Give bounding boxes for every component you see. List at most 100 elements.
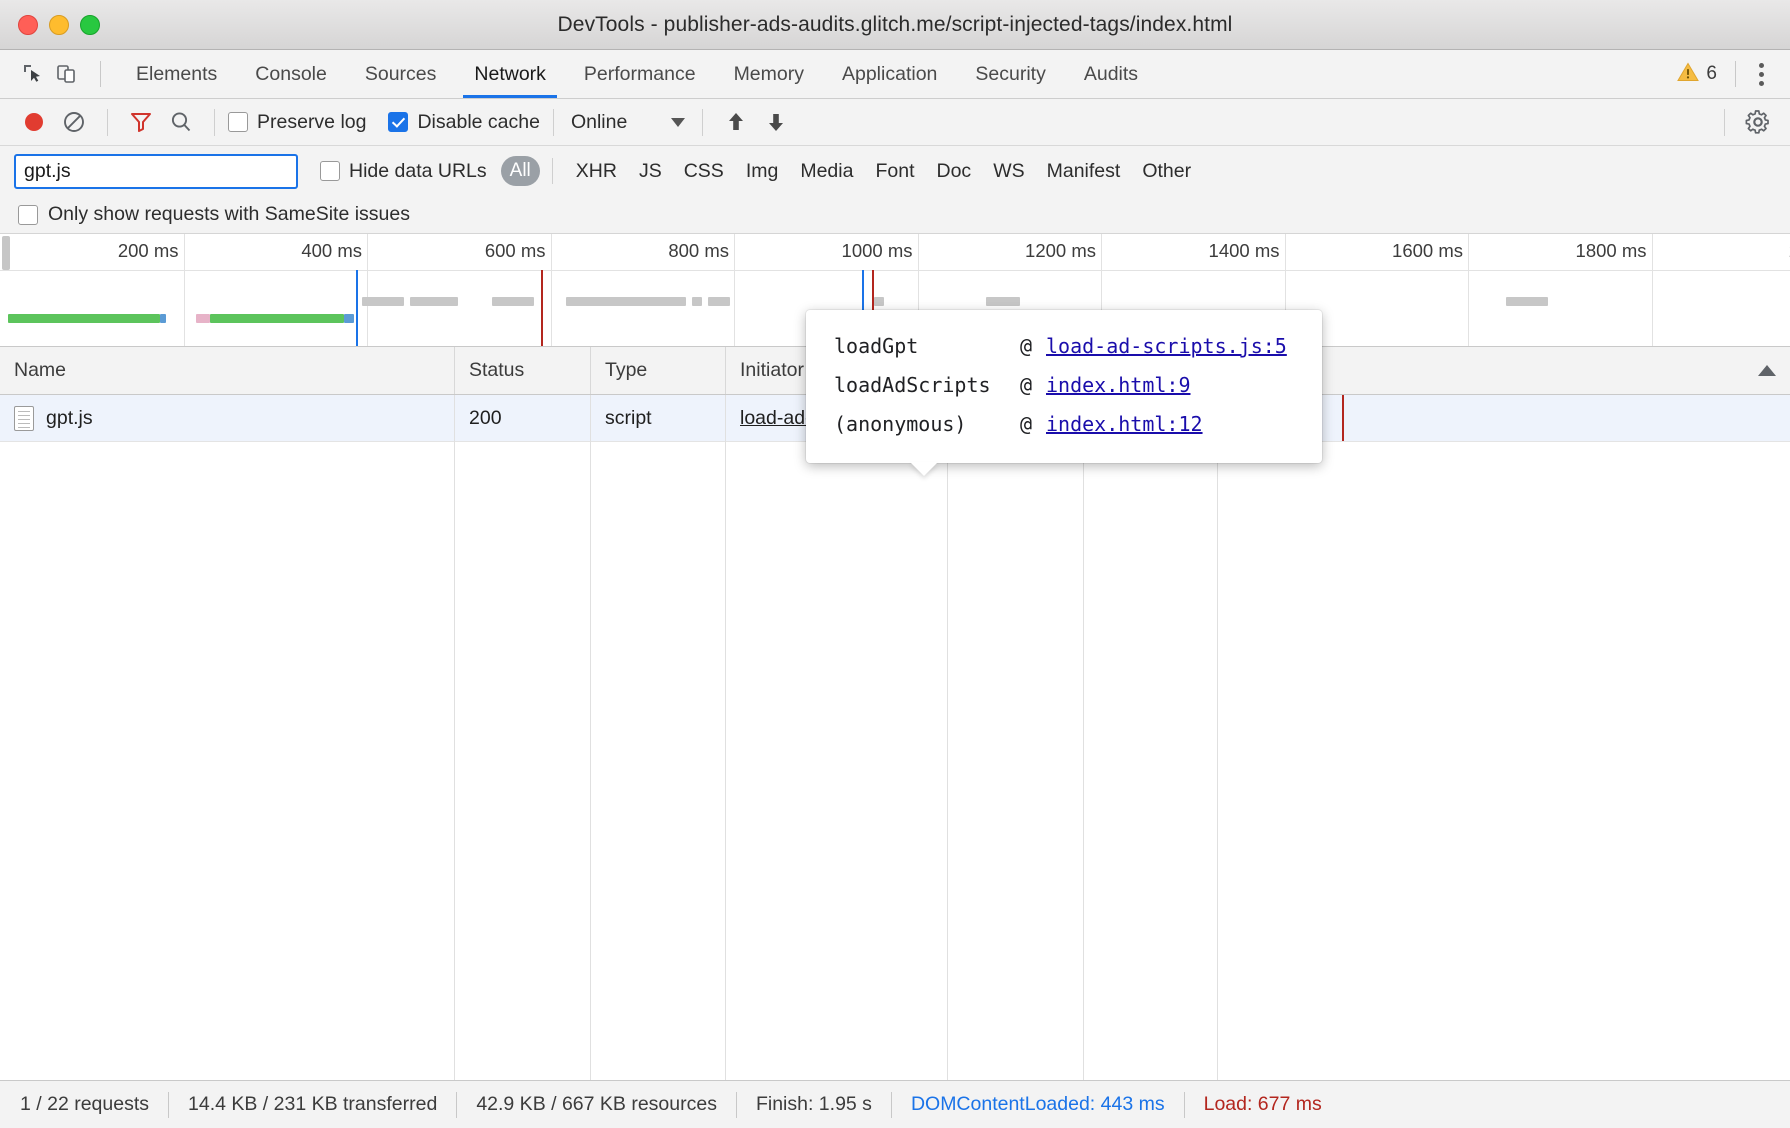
disable-cache-checkbox[interactable]: Disable cache [388, 111, 539, 134]
export-har-arrow-down-icon[interactable] [756, 102, 796, 142]
more-vertical-icon[interactable] [1746, 59, 1776, 90]
traffic-lights [0, 15, 100, 35]
overview-tick-label: 1000 ms [842, 240, 913, 262]
devtools-tabbar: Elements Console Sources Network Perform… [0, 50, 1790, 99]
script-document-icon [14, 406, 34, 431]
popover-source-link[interactable]: load-ad-scripts.js:5 [1046, 327, 1287, 366]
status-finish: Finish: 1.95 s [756, 1093, 872, 1116]
tab-security[interactable]: Security [956, 50, 1064, 98]
filter-type-manifest[interactable]: Manifest [1036, 160, 1132, 183]
search-magnifier-icon[interactable] [161, 102, 201, 142]
window-title: DevTools - publisher-ads-audits.glitch.m… [0, 13, 1790, 37]
toolbar-divider-2 [214, 109, 215, 136]
overview-request-bar [196, 314, 210, 323]
overview-tick-label: 1400 ms [1209, 240, 1280, 262]
tab-console[interactable]: Console [236, 50, 346, 98]
filter-type-xhr[interactable]: XHR [565, 160, 628, 183]
network-toolbar: Preserve log Disable cache Online [0, 99, 1790, 146]
panel-tabs: Elements Console Sources Network Perform… [117, 50, 1157, 98]
waterfall-load-line [1342, 395, 1344, 441]
filter-type-ws[interactable]: WS [982, 160, 1035, 183]
window-titlebar: DevTools - publisher-ads-audits.glitch.m… [0, 0, 1790, 50]
preserve-log-box[interactable] [228, 112, 248, 132]
overview-event-line [356, 270, 358, 346]
popover-at-symbol: @ [1020, 366, 1046, 405]
overview-request-bar [566, 297, 686, 306]
column-header-name[interactable]: Name [0, 347, 455, 394]
tab-application[interactable]: Application [823, 50, 956, 98]
tab-label: Performance [584, 63, 696, 86]
tab-sources[interactable]: Sources [346, 50, 456, 98]
filter-type-css[interactable]: CSS [673, 160, 735, 183]
warning-indicator[interactable]: 6 [1669, 62, 1725, 87]
filter-type-font[interactable]: Font [864, 160, 925, 183]
cell-name[interactable]: gpt.js [0, 395, 455, 441]
popover-source-link[interactable]: index.html:12 [1046, 405, 1203, 444]
preserve-log-label: Preserve log [257, 111, 366, 134]
tab-label: Sources [365, 63, 437, 86]
hide-data-urls-checkbox[interactable]: Hide data URLs [320, 160, 487, 183]
overview-request-bar [160, 314, 166, 323]
filter-type-doc[interactable]: Doc [926, 160, 983, 183]
filter-type-all[interactable]: All [501, 156, 540, 186]
status-domcontentloaded: DOMContentLoaded: 443 ms [911, 1093, 1165, 1116]
filter-type-other[interactable]: Other [1131, 160, 1202, 183]
tabbar-right-actions: 6 [1669, 59, 1776, 90]
tab-audits[interactable]: Audits [1065, 50, 1157, 98]
initiator-callstack-popover: loadGpt @ load-ad-scripts.js:5 loadAdScr… [806, 310, 1322, 463]
overview-request-bar [986, 297, 1020, 306]
tab-network[interactable]: Network [455, 50, 565, 98]
close-window-button[interactable] [18, 15, 38, 35]
popover-function-name: loadAdScripts [834, 366, 1020, 405]
inspect-element-icon[interactable] [16, 57, 50, 91]
zoom-window-button[interactable] [80, 15, 100, 35]
popover-row: loadAdScripts @ index.html:9 [834, 366, 1300, 405]
samesite-label: Only show requests with SameSite issues [48, 203, 410, 226]
status-transferred: 14.4 KB / 231 KB transferred [188, 1093, 437, 1116]
overview-tick-label: 1600 ms [1392, 240, 1463, 262]
status-divider-5 [1184, 1092, 1185, 1118]
filter-type-js[interactable]: JS [628, 160, 673, 183]
minimize-window-button[interactable] [49, 15, 69, 35]
overview-tick-label: 1800 ms [1576, 240, 1647, 262]
table-column-guides [0, 395, 1790, 1080]
clear-circle-slash-icon[interactable] [54, 102, 94, 142]
record-circle-icon[interactable] [14, 102, 54, 142]
tab-label: Security [975, 63, 1045, 86]
status-divider-4 [891, 1092, 892, 1118]
filter-type-media[interactable]: Media [789, 160, 864, 183]
overview-request-bar [492, 297, 534, 306]
popover-source-link[interactable]: index.html:9 [1046, 366, 1191, 405]
settings-gear-icon[interactable] [1738, 102, 1778, 142]
filter-input[interactable] [14, 154, 298, 189]
warning-count: 6 [1706, 63, 1717, 85]
hide-data-urls-label: Hide data URLs [349, 160, 487, 183]
hide-data-urls-box[interactable] [320, 161, 340, 181]
toolbar-divider-1 [107, 109, 108, 136]
overview-request-bar [362, 297, 404, 306]
overview-tick: 200 ms [184, 234, 185, 346]
tab-performance[interactable]: Performance [565, 50, 715, 98]
throttling-select[interactable]: Online [567, 111, 689, 134]
column-header-type[interactable]: Type [591, 347, 726, 394]
tabbar-divider [100, 61, 101, 87]
filter-type-img[interactable]: Img [735, 160, 790, 183]
tabbar-right-divider [1735, 61, 1736, 87]
tab-elements[interactable]: Elements [117, 50, 236, 98]
samesite-checkbox[interactable] [18, 205, 38, 225]
filter-funnel-icon[interactable] [121, 102, 161, 142]
overview-tick: 1800 ms [1652, 234, 1653, 346]
tab-memory[interactable]: Memory [715, 50, 823, 98]
device-toolbar-icon[interactable] [50, 57, 84, 91]
column-header-status[interactable]: Status [455, 347, 591, 394]
import-har-arrow-up-icon[interactable] [716, 102, 756, 142]
disable-cache-box[interactable] [388, 112, 408, 132]
devtools-window: DevTools - publisher-ads-audits.glitch.m… [0, 0, 1790, 1128]
status-requests: 1 / 22 requests [20, 1093, 149, 1116]
overview-request-bar [708, 297, 730, 306]
throttling-value: Online [571, 111, 627, 134]
overview-tick-label: 400 ms [301, 240, 362, 262]
popover-row: loadGpt @ load-ad-scripts.js:5 [834, 327, 1300, 366]
status-resources: 42.9 KB / 667 KB resources [476, 1093, 717, 1116]
preserve-log-checkbox[interactable]: Preserve log [228, 111, 366, 134]
